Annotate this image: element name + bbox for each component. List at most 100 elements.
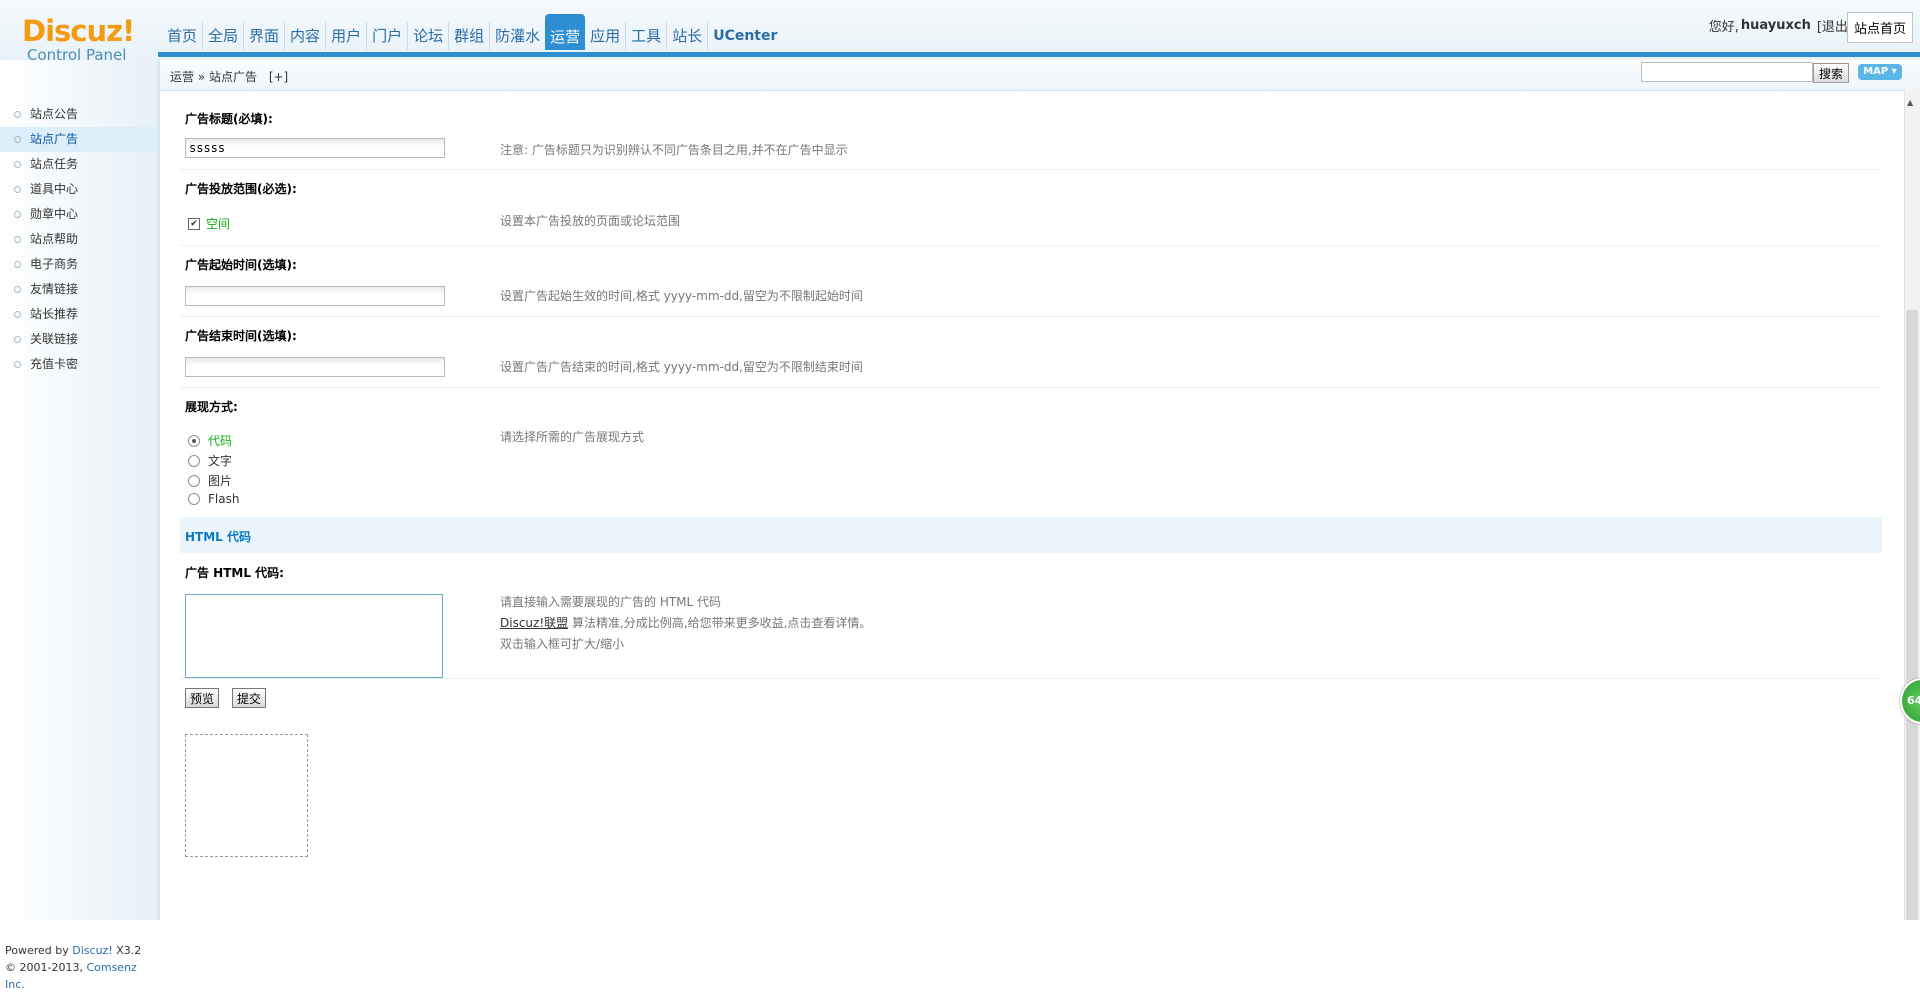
discuz-union-link[interactable]: Discuz!联盟 xyxy=(500,616,568,630)
submit-button[interactable]: 提交 xyxy=(232,688,267,708)
html-code-label: 广告 HTML 代码: xyxy=(185,566,284,580)
copyright-text: © 2001-2013, xyxy=(5,961,87,974)
nav-founder[interactable]: 站长 xyxy=(666,22,707,50)
style-option-label: 文字 xyxy=(208,454,233,468)
sidebar-item-help[interactable]: 站点帮助 xyxy=(0,227,157,252)
bullet-icon xyxy=(14,311,21,318)
bullet-icon xyxy=(14,161,21,168)
bullet-icon xyxy=(14,286,21,293)
end-time-input[interactable] xyxy=(185,357,445,377)
ad-title-label: 广告标题(必填): xyxy=(185,112,273,126)
greeting-text: 您好, xyxy=(1708,20,1739,35)
powered-brand-link[interactable]: Discuz! xyxy=(72,944,112,957)
nav-style[interactable]: 界面 xyxy=(243,22,284,50)
preview-button[interactable]: 预览 xyxy=(185,688,220,708)
divider xyxy=(180,678,1882,679)
copyright-footer: Powered by Discuz! X3.2 © 2001-2013, Com… xyxy=(5,942,157,993)
style-option-label: 图片 xyxy=(208,474,233,488)
sidebar-item-label: 站点帮助 xyxy=(30,232,79,246)
scrollbar-thumb[interactable] xyxy=(1906,310,1918,920)
divider xyxy=(180,387,1882,388)
bullet-icon xyxy=(14,236,21,243)
radio-icon[interactable] xyxy=(188,454,200,467)
html-tip-union: Discuz!联盟 算法精准,分成比例高,给您带来更多收益,点击查看详情。 xyxy=(500,613,871,634)
start-time-label: 广告起始时间(选填): xyxy=(185,258,297,272)
nav-ucenter[interactable]: UCenter xyxy=(707,22,782,50)
powered-text: Powered by xyxy=(5,944,73,957)
style-option-image[interactable]: 图片 xyxy=(188,472,232,489)
sidebar-item-relatedlink[interactable]: 关联链接 xyxy=(0,327,157,352)
display-style-tip: 请选择所需的广告展现方式 xyxy=(500,430,645,444)
nav-tools[interactable]: 工具 xyxy=(625,22,666,50)
sidebar-item-label: 站点任务 xyxy=(30,157,79,171)
nav-global[interactable]: 全局 xyxy=(202,22,243,50)
nav-plugin[interactable]: 应用 xyxy=(585,22,625,50)
sidebar-item-recommend[interactable]: 站长推荐 xyxy=(0,302,157,327)
search-input[interactable] xyxy=(1641,62,1813,82)
sidebar-item-magic[interactable]: 道具中心 xyxy=(0,177,157,202)
style-option-code[interactable]: 代码 xyxy=(188,432,232,449)
ad-scope-tip: 设置本广告投放的页面或论坛范围 xyxy=(500,214,681,228)
sidebar: 站点公告 站点广告 站点任务 道具中心 勋章中心 站点帮助 电子商务 友情链接 … xyxy=(0,60,160,991)
nav-extended[interactable]: 运营 xyxy=(545,14,586,50)
end-time-tip: 设置广告广告结束的时间,格式 yyyy-mm-dd,留空为不限制结束时间 xyxy=(500,360,863,374)
add-shortcut-button[interactable]: [+] xyxy=(269,70,288,84)
sidebar-item-announce[interactable]: 站点公告 xyxy=(0,102,157,127)
divider xyxy=(180,245,1882,246)
html-code-section-header: HTML 代码 xyxy=(180,517,1882,553)
version-text: X3.2 xyxy=(112,944,142,957)
ad-title-tip: 注意: 广告标题只为识别辨认不同广告条目之用,并不在广告中显示 xyxy=(500,143,848,157)
nav-home[interactable]: 首页 xyxy=(162,22,202,50)
radio-icon[interactable] xyxy=(188,493,200,505)
sidebar-item-adv[interactable]: 站点广告 xyxy=(0,127,157,152)
scope-option-space[interactable]: ✔ 空间 xyxy=(188,215,230,232)
divider xyxy=(180,169,1882,170)
sidebar-item-card[interactable]: 充值卡密 xyxy=(0,352,157,377)
sidebar-item-label: 友情链接 xyxy=(30,282,79,296)
section-title: HTML 代码 xyxy=(185,530,251,544)
html-code-tips: 请直接输入需要展现的广告的 HTML 代码 Discuz!联盟 算法精准,分成比… xyxy=(500,592,871,655)
nav-portal[interactable]: 门户 xyxy=(366,22,407,50)
top-header: Discuz! Control Panel 首页 全局 界面 内容 用户 门户 … xyxy=(0,0,1920,64)
bullet-icon xyxy=(14,336,21,343)
nav-content[interactable]: 内容 xyxy=(284,22,325,50)
discuz-logo[interactable]: Discuz! Control Panel xyxy=(22,14,135,64)
nav-group[interactable]: 群组 xyxy=(448,22,489,50)
ad-scope-label: 广告投放范围(必选): xyxy=(185,182,297,196)
nav-forum[interactable]: 论坛 xyxy=(407,22,448,50)
radio-selected-icon[interactable] xyxy=(188,434,200,447)
start-time-input[interactable] xyxy=(185,286,445,306)
scroll-up-arrow-icon[interactable]: ▲ xyxy=(1907,98,1913,107)
html-tip-line: 请直接输入需要展现的广告的 HTML 代码 xyxy=(500,595,722,609)
sidebar-item-label: 站点公告 xyxy=(30,107,79,121)
sidebar-item-links[interactable]: 友情链接 xyxy=(0,277,157,302)
floating-badge[interactable]: 64 xyxy=(1900,678,1920,724)
bullet-icon xyxy=(14,136,21,143)
nav-underline-bar xyxy=(158,52,1920,57)
style-option-text[interactable]: 文字 xyxy=(188,452,232,469)
logo-brand: Discuz! xyxy=(22,14,135,48)
sidebar-item-medals[interactable]: 勋章中心 xyxy=(0,202,157,227)
sidebar-menu: 站点公告 站点广告 站点任务 道具中心 勋章中心 站点帮助 电子商务 友情链接 … xyxy=(0,102,157,377)
site-home-button[interactable]: 站点首页 xyxy=(1846,12,1913,43)
bullet-icon xyxy=(14,186,21,193)
ad-title-input[interactable] xyxy=(185,138,445,158)
html-code-textarea[interactable] xyxy=(185,594,443,678)
main-nav: 首页 全局 界面 内容 用户 门户 论坛 群组 防灌水 运营 应用 工具 站长 … xyxy=(162,14,782,52)
breadcrumb-bar: 运营 » 站点广告 [+] 搜索 MAP ▾ xyxy=(160,60,1920,91)
sidebar-item-ec[interactable]: 电子商务 xyxy=(0,252,157,277)
style-option-flash[interactable]: Flash xyxy=(188,492,239,506)
nav-safe[interactable]: 防灌水 xyxy=(489,22,545,50)
sidebar-item-tasks[interactable]: 站点任务 xyxy=(0,152,157,177)
search-button[interactable]: 搜索 xyxy=(1813,63,1849,83)
sidebar-item-label: 站点广告 xyxy=(30,132,79,146)
map-button[interactable]: MAP ▾ xyxy=(1858,64,1902,80)
nav-user[interactable]: 用户 xyxy=(325,22,366,50)
user-info: 您好, huayuxch [退出] xyxy=(1709,16,1853,35)
radio-icon[interactable] xyxy=(188,474,200,487)
start-time-tip: 设置广告起始生效的时间,格式 yyyy-mm-dd,留空为不限制起始时间 xyxy=(500,289,863,303)
bullet-icon xyxy=(14,111,21,118)
checkbox-checked-icon[interactable]: ✔ xyxy=(188,217,200,230)
style-option-label: Flash xyxy=(208,492,240,506)
breadcrumb: 运营 » 站点广告 [+] xyxy=(170,68,288,85)
